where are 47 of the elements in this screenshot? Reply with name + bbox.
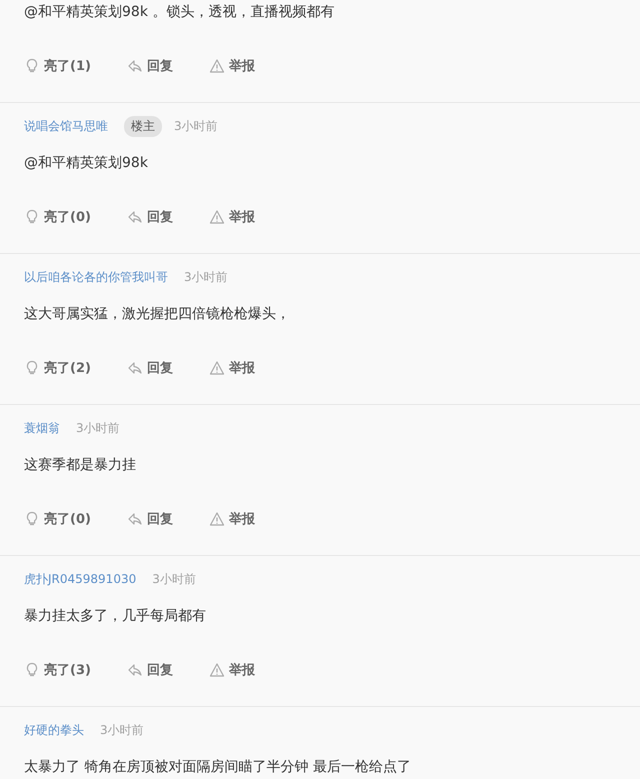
comment-text: @和平精英策划98k 。锁头，透视，直播视频都有 <box>24 3 336 22</box>
username-link[interactable]: 蓑烟翁 <box>24 420 60 436</box>
reply-arrow-icon <box>126 511 143 527</box>
reply-button[interactable]: 回复 <box>146 57 173 75</box>
report-button[interactable]: 举报 <box>228 510 255 528</box>
timestamp: 3小时前 <box>152 570 196 588</box>
warning-icon <box>208 360 225 376</box>
op-badge: 楼主 <box>124 116 162 136</box>
lightbulb-icon <box>24 662 40 678</box>
warning-icon <box>208 511 225 527</box>
reply-button[interactable]: 回复 <box>146 208 173 226</box>
report-button[interactable]: 举报 <box>228 208 255 226</box>
lightbulb-icon <box>24 209 40 225</box>
warning-icon <box>208 58 225 74</box>
timestamp: 3小时前 <box>184 268 228 286</box>
comment-text: 暴力挂太多了，几乎每局都有 <box>24 607 207 626</box>
like-button[interactable]: 亮了(0) <box>44 208 91 226</box>
reply-button[interactable]: 回复 <box>146 359 173 377</box>
like-button[interactable]: 亮了(2) <box>44 359 91 377</box>
username-link[interactable]: 好硬的拳头 <box>24 722 84 738</box>
report-button[interactable]: 举报 <box>228 57 255 75</box>
lightbulb-icon <box>24 360 40 376</box>
reply-arrow-icon <box>126 360 143 376</box>
reply-button[interactable]: 回复 <box>146 661 173 679</box>
like-button[interactable]: 亮了(3) <box>44 661 91 679</box>
username-link[interactable]: 以后咱各论各的你管我叫哥 <box>24 268 168 286</box>
warning-icon <box>208 209 225 225</box>
timestamp: 3小时前 <box>100 722 144 738</box>
comment-text: 这大哥属实猛，激光握把四倍镜枪枪爆头， <box>24 305 291 324</box>
reply-button[interactable]: 回复 <box>146 510 173 528</box>
reply-arrow-icon <box>126 662 143 678</box>
report-button[interactable]: 举报 <box>228 661 255 679</box>
timestamp: 3小时前 <box>174 118 218 134</box>
comment-text: 这赛季都是暴力挂 <box>24 456 137 475</box>
timestamp: 3小时前 <box>76 420 120 436</box>
report-button[interactable]: 举报 <box>228 359 255 377</box>
like-button[interactable]: 亮了(1) <box>44 57 91 75</box>
warning-icon <box>208 662 225 678</box>
lightbulb-icon <box>24 511 40 527</box>
username-link[interactable]: 说唱会馆马思唯 <box>24 118 108 134</box>
comment-text: 太暴力了 犄角在房顶被对面隔房间瞄了半分钟 最后一枪给点了 <box>24 758 412 777</box>
comment-text: @和平精英策划98k <box>24 154 149 173</box>
reply-arrow-icon <box>126 209 143 225</box>
username-link[interactable]: 虎扑JR0459891030 <box>24 570 136 588</box>
reply-arrow-icon <box>126 58 143 74</box>
like-button[interactable]: 亮了(0) <box>44 510 91 528</box>
lightbulb-icon <box>24 58 40 74</box>
